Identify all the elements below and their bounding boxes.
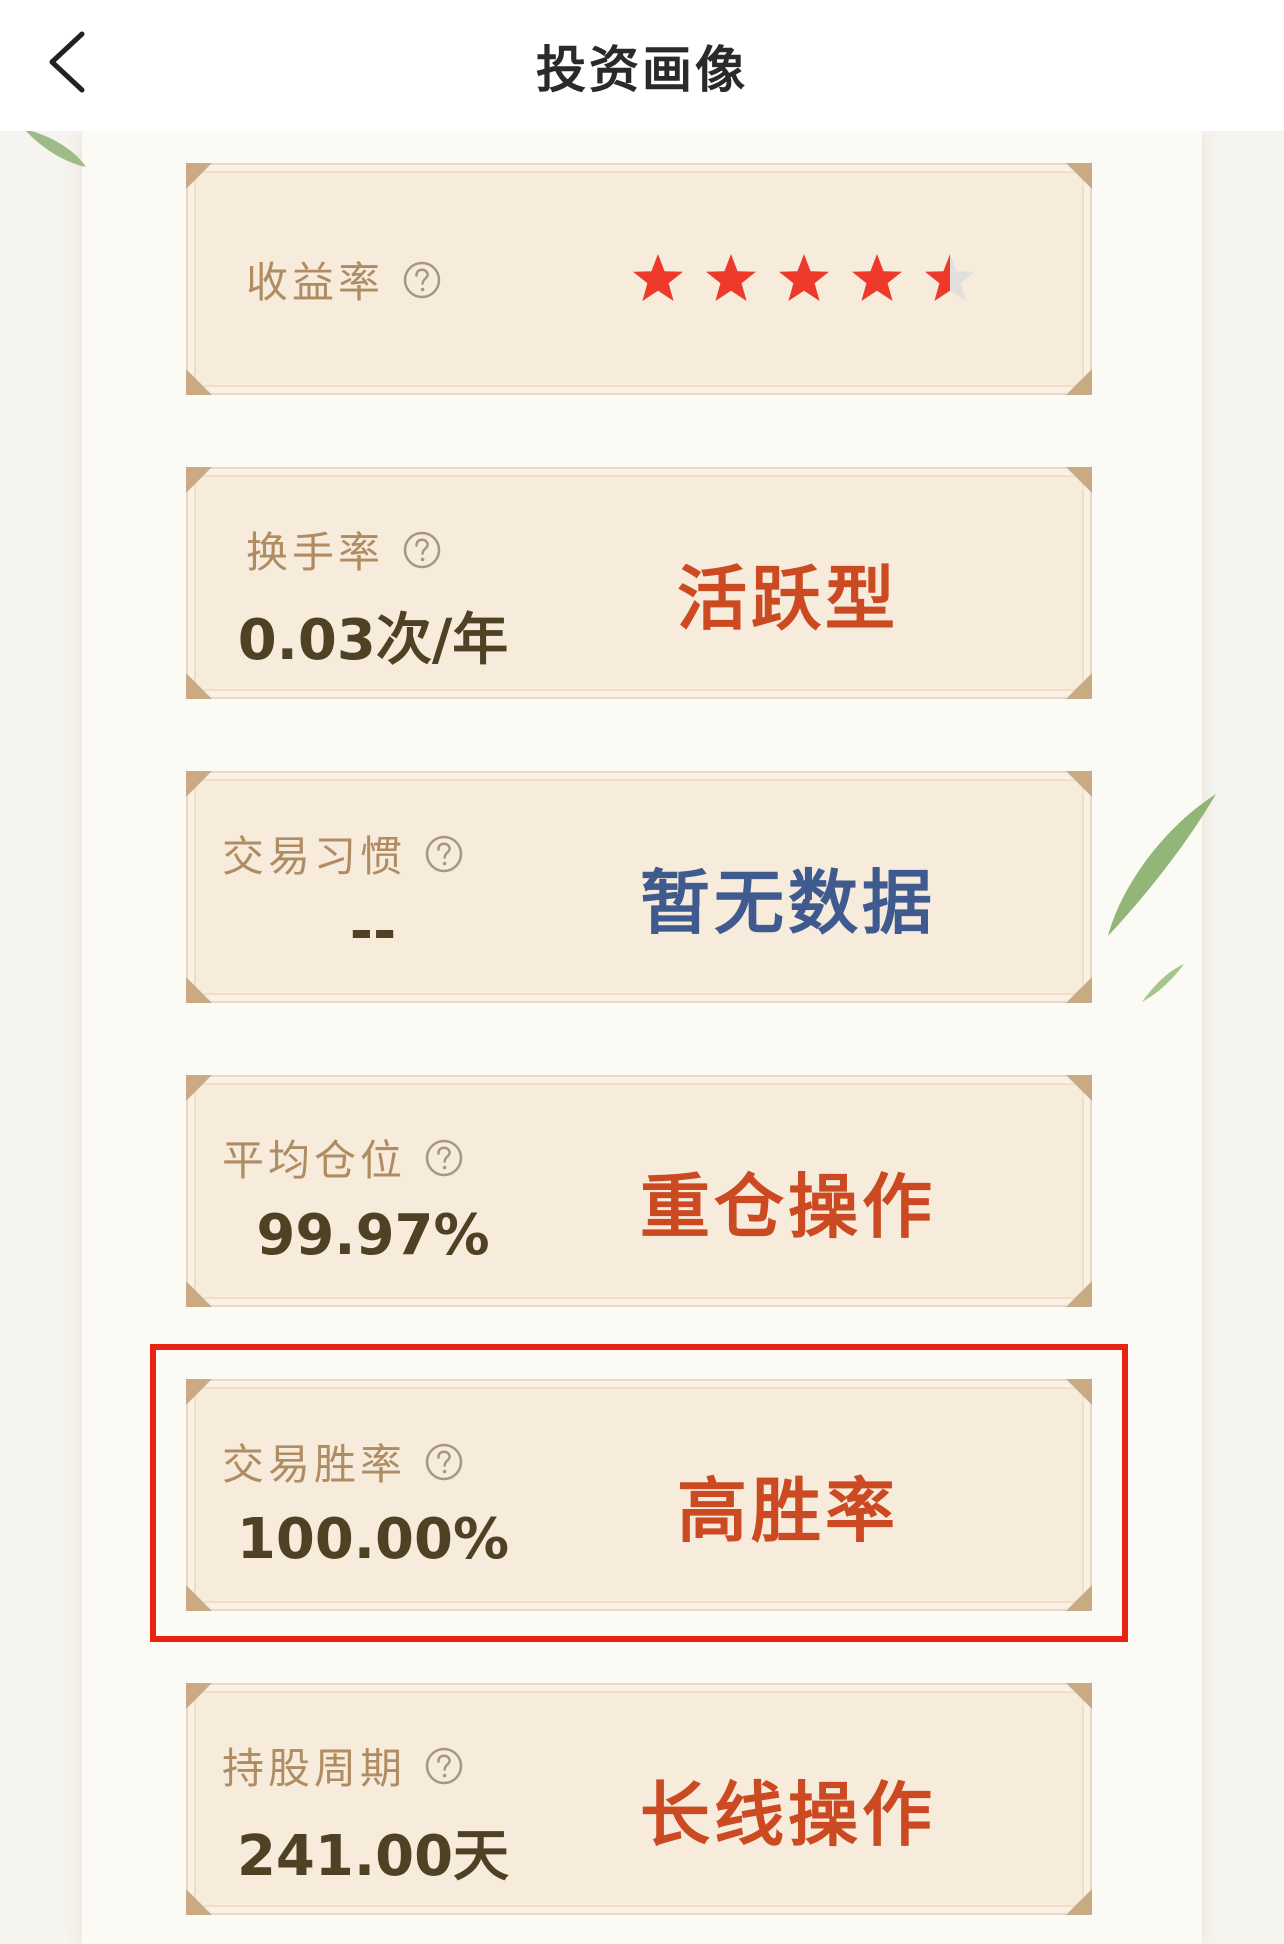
card-tag: 暂无数据 [640, 862, 936, 944]
card-value: -- [349, 899, 397, 964]
card-corner-ornament [186, 467, 212, 493]
card-value: 0.03次/年 [237, 608, 509, 673]
card-trading-habit: 交易习惯 -- 暂无数据 [186, 771, 1092, 1003]
card-corner-ornament [186, 977, 212, 1003]
question-circle-icon[interactable] [424, 1746, 464, 1786]
question-circle-icon[interactable] [424, 1138, 464, 1178]
card-corner-ornament [1066, 1683, 1092, 1709]
star-icon [776, 251, 832, 307]
question-circle-icon[interactable] [402, 260, 442, 300]
question-circle-icon[interactable] [402, 530, 442, 570]
leaf-decoration-icon [24, 129, 86, 167]
card-corner-ornament [1066, 1075, 1092, 1101]
question-circle-icon[interactable] [424, 834, 464, 874]
card-corner-ornament [186, 369, 212, 395]
card-corner-ornament [186, 1281, 212, 1307]
card-corner-ornament [186, 1075, 212, 1101]
card-corner-ornament [1066, 467, 1092, 493]
card-return-rate: 收益率 [186, 163, 1092, 395]
card-corner-ornament [186, 1889, 212, 1915]
content-panel [82, 131, 1202, 1944]
card-corner-ornament [186, 1683, 212, 1709]
card-corner-ornament [186, 163, 212, 189]
card-label: 交易习惯 [222, 832, 407, 881]
star-icon [630, 251, 686, 307]
leaf-decoration-icon [1108, 794, 1216, 936]
card-tag: 活跃型 [677, 558, 899, 640]
star-icon [922, 251, 978, 307]
leaf-decoration-icon [1142, 964, 1184, 1002]
nav-bar: 投资画像 [0, 0, 1284, 131]
star-icon [703, 251, 759, 307]
star-rating [630, 251, 995, 307]
card-corner-ornament [186, 673, 212, 699]
card-value: 241.00天 [236, 1824, 510, 1889]
card-corner-ornament [1066, 163, 1092, 189]
card-corner-ornament [1066, 1889, 1092, 1915]
page-title: 投资画像 [536, 41, 748, 99]
card-corner-ornament [186, 771, 212, 797]
star-icon [849, 251, 905, 307]
card-average-position: 平均仓位 99.97% 重仓操作 [186, 1075, 1092, 1307]
card-corner-ornament [1066, 1281, 1092, 1307]
card-corner-ornament [1066, 977, 1092, 1003]
card-corner-ornament [1066, 369, 1092, 395]
highlight-box [150, 1344, 1128, 1642]
card-label: 收益率 [246, 258, 385, 307]
card-label: 平均仓位 [222, 1136, 407, 1185]
card-value: 99.97% [256, 1203, 490, 1268]
card-corner-ornament [1066, 673, 1092, 699]
card-tag: 长线操作 [640, 1774, 936, 1856]
card-label: 换手率 [246, 528, 385, 577]
card-holding-period: 持股周期 241.00天 长线操作 [186, 1683, 1092, 1915]
card-corner-ornament [1066, 771, 1092, 797]
card-tag: 重仓操作 [640, 1166, 936, 1248]
card-turnover-rate: 换手率 0.03次/年 活跃型 [186, 467, 1092, 699]
card-label: 持股周期 [222, 1744, 407, 1793]
